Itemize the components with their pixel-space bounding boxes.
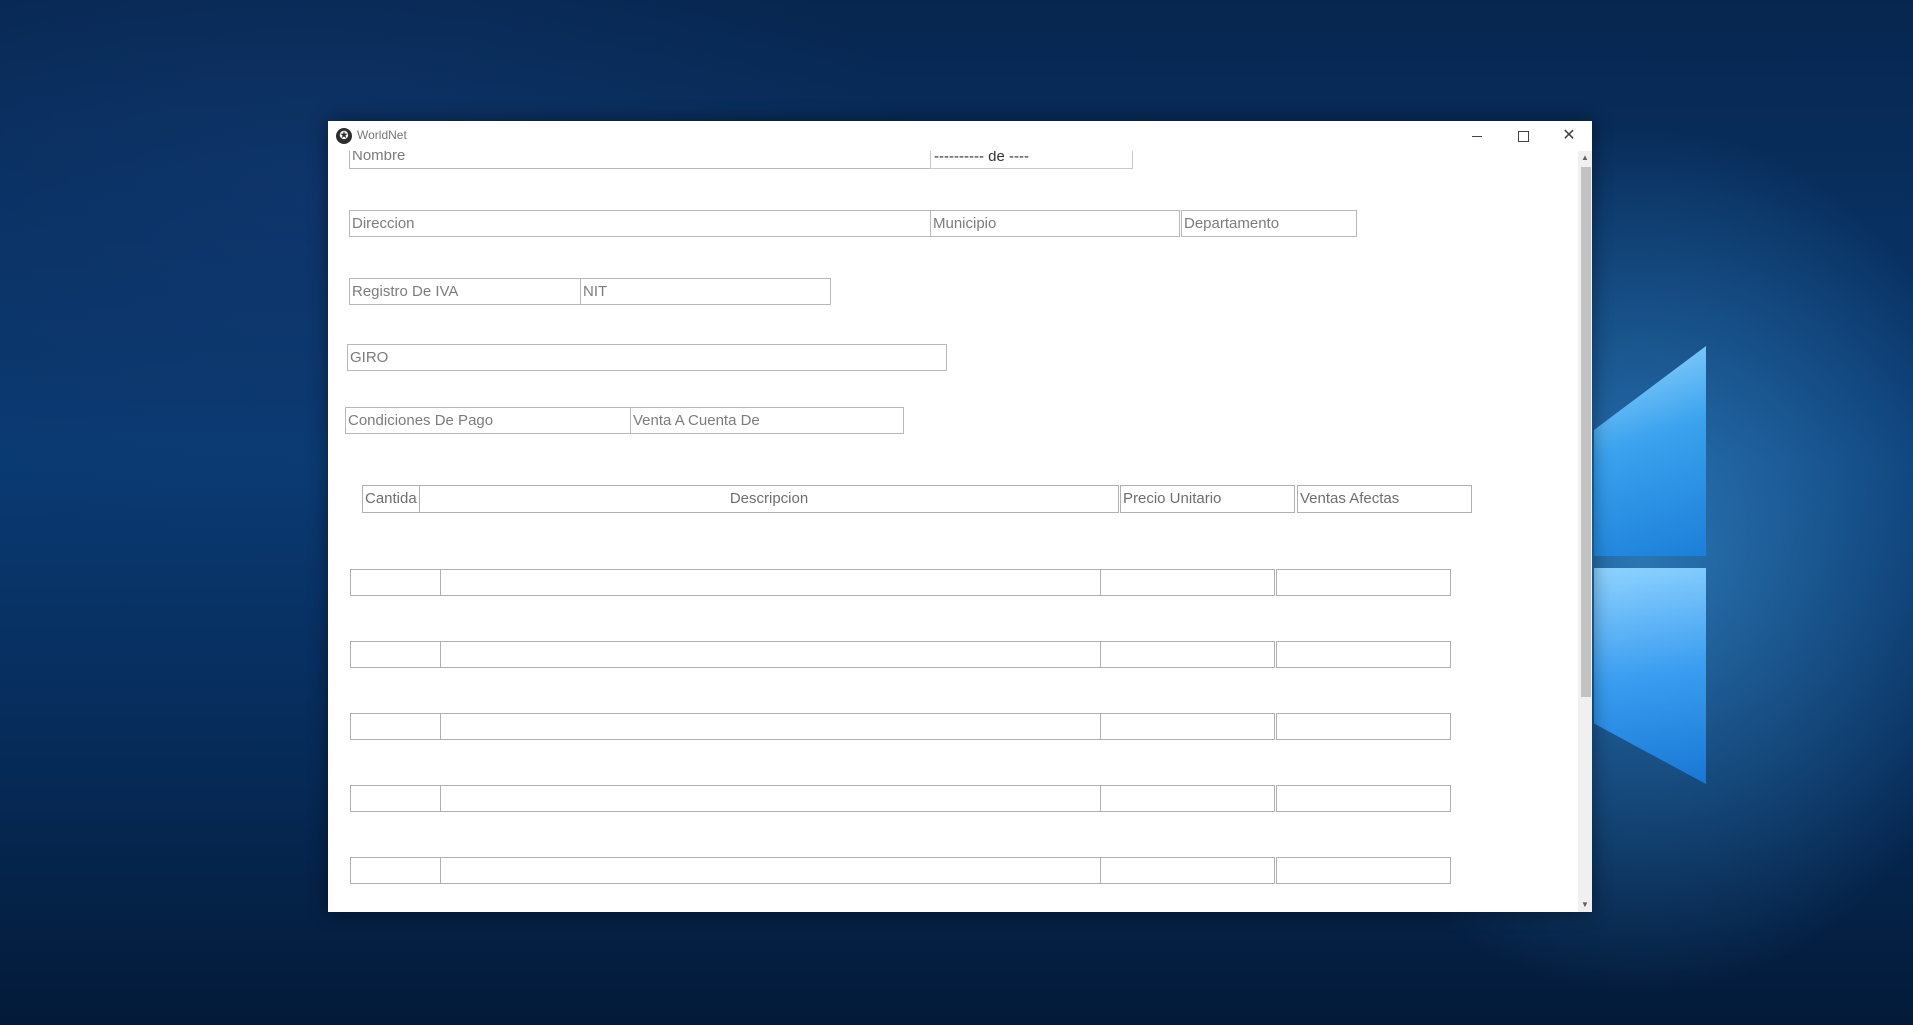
close-icon: ✕ <box>1562 127 1576 144</box>
header-ventas-afectas[interactable]: Ventas Afectas <box>1297 485 1472 513</box>
cantidad-cell[interactable] <box>350 857 441 884</box>
header-cantidad[interactable]: Cantida <box>362 485 420 513</box>
descripcion-cell[interactable] <box>440 713 1101 740</box>
cantidad-cell[interactable] <box>350 569 441 596</box>
ventas-afectas-cell[interactable] <box>1276 857 1451 884</box>
fecha-field[interactable]: ---------- de ---- <box>930 151 1133 169</box>
venta-cuenta-field[interactable]: Venta A Cuenta De <box>630 407 904 434</box>
cantidad-cell[interactable] <box>350 785 441 812</box>
ventas-afectas-cell[interactable] <box>1276 569 1451 596</box>
giro-field[interactable]: GIRO <box>347 344 947 371</box>
precio-unitario-cell[interactable] <box>1100 569 1275 596</box>
ventas-afectas-cell[interactable] <box>1276 785 1451 812</box>
departamento-field[interactable]: Departamento <box>1181 210 1357 237</box>
cantidad-cell[interactable] <box>350 641 441 668</box>
minimize-button[interactable] <box>1454 121 1500 151</box>
app-window: ✪ WorldNet ✕ Nombre ---------- de ---- D… <box>328 121 1592 912</box>
windows-logo-pane-bottom <box>1594 568 1706 784</box>
scroll-up-arrow-icon[interactable]: ▲ <box>1578 151 1592 165</box>
scrollbar-thumb[interactable] <box>1581 167 1591 697</box>
windows-logo <box>1594 346 1706 784</box>
descripcion-cell[interactable] <box>440 641 1101 668</box>
municipio-field[interactable]: Municipio <box>930 210 1180 237</box>
vertical-scrollbar[interactable]: ▲ ▼ <box>1578 151 1592 912</box>
direccion-field[interactable]: Direccion <box>349 210 931 237</box>
cantidad-cell[interactable] <box>350 713 441 740</box>
header-precio-unitario[interactable]: Precio Unitario <box>1120 485 1295 513</box>
precio-unitario-cell[interactable] <box>1100 713 1275 740</box>
header-descripcion[interactable]: Descripcion <box>419 485 1119 513</box>
nit-field[interactable]: NIT <box>580 278 831 305</box>
precio-unitario-cell[interactable] <box>1100 785 1275 812</box>
precio-unitario-cell[interactable] <box>1100 641 1275 668</box>
form-content: Nombre ---------- de ---- Direccion Muni… <box>328 151 1578 912</box>
title-bar[interactable]: ✪ WorldNet ✕ <box>328 121 1592 151</box>
worldnet-app-icon: ✪ <box>336 128 352 144</box>
maximize-button[interactable] <box>1500 121 1546 151</box>
ventas-afectas-cell[interactable] <box>1276 713 1451 740</box>
descripcion-cell[interactable] <box>440 569 1101 596</box>
windows-logo-pane-top <box>1594 346 1706 556</box>
minimize-icon <box>1472 135 1482 137</box>
descripcion-cell[interactable] <box>440 785 1101 812</box>
nombre-field[interactable]: Nombre <box>349 151 931 169</box>
close-button[interactable]: ✕ <box>1546 121 1592 151</box>
maximize-icon <box>1517 130 1529 142</box>
ventas-afectas-cell[interactable] <box>1276 641 1451 668</box>
precio-unitario-cell[interactable] <box>1100 857 1275 884</box>
descripcion-cell[interactable] <box>440 857 1101 884</box>
registro-iva-field[interactable]: Registro De IVA <box>349 278 581 305</box>
window-title: WorldNet <box>357 128 407 142</box>
scroll-down-arrow-icon[interactable]: ▼ <box>1578 898 1592 912</box>
condiciones-pago-field[interactable]: Condiciones De Pago <box>345 407 631 434</box>
